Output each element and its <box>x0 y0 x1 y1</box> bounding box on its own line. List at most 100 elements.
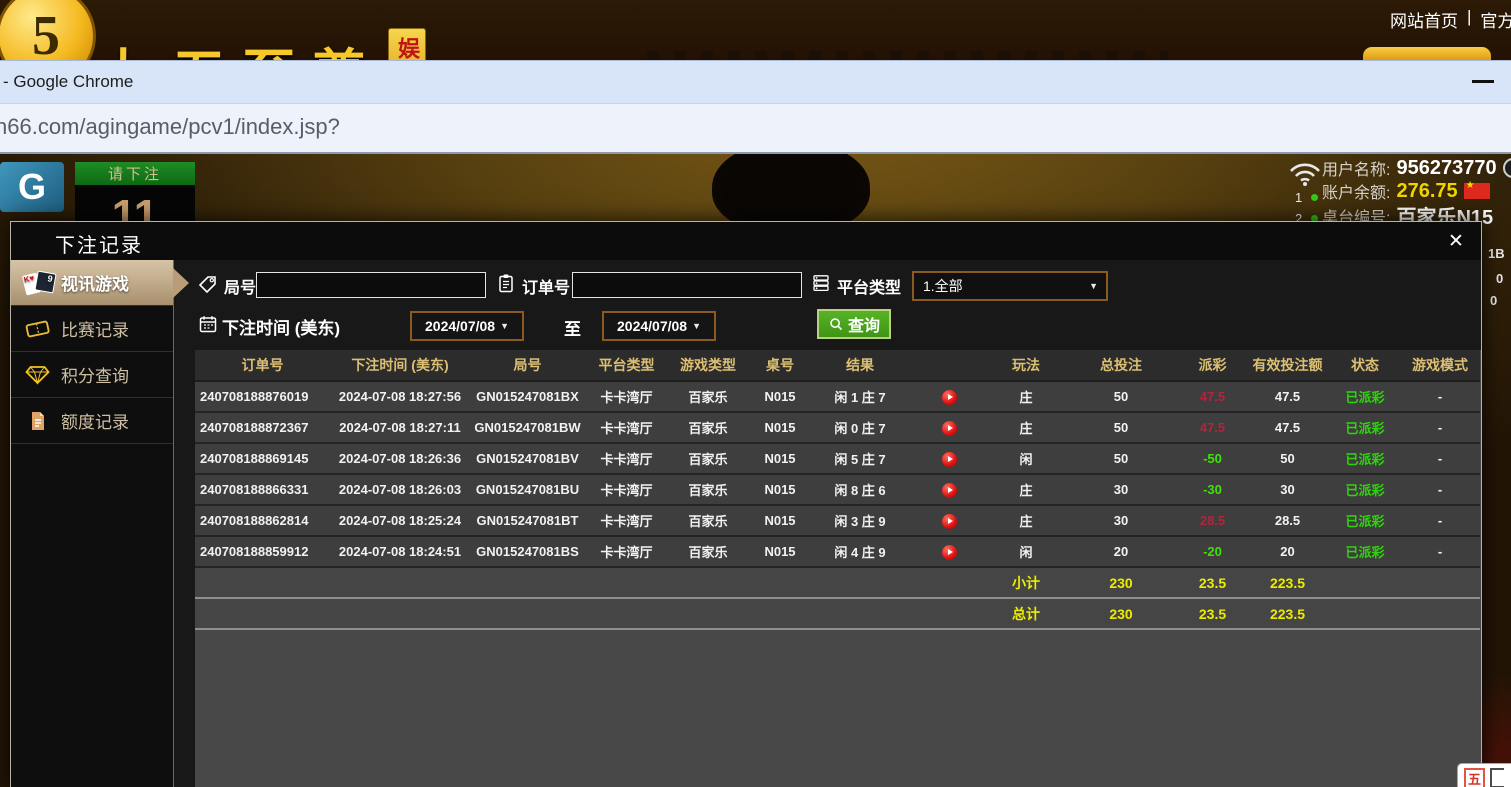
to-label: 至 <box>564 315 581 340</box>
row-play: 庄 <box>990 412 1062 443</box>
replay-button[interactable] <box>942 390 957 405</box>
records-table: 订单号 下注时间 (美东) 局号 平台类型 游戏类型 桌号 结果 玩法 <box>195 350 1480 630</box>
row-time: 2024-07-08 18:27:11 <box>330 412 470 443</box>
sidebar-item-quota-records[interactable]: 额度记录 <box>11 398 173 444</box>
minimize-button[interactable] <box>1472 80 1494 83</box>
tag-icon <box>198 274 218 294</box>
ticket-icon <box>24 318 51 339</box>
ime-indicator[interactable]: 五 <box>1457 763 1511 787</box>
replay-button[interactable] <box>942 483 957 498</box>
platform-type-select[interactable]: 1.全部 ▼ <box>912 271 1108 301</box>
row-table: N015 <box>748 381 812 412</box>
balance-label: 账户余额: <box>1322 179 1390 203</box>
close-icon[interactable]: ✕ <box>1444 229 1468 253</box>
sidebar-item-video-games[interactable]: K♥ 9 视讯游戏 <box>11 260 173 306</box>
row-time: 2024-07-08 18:26:03 <box>330 474 470 505</box>
row-mode: - <box>1400 505 1480 536</box>
grand-total-row: 总计 230 23.5 223.5 <box>195 598 1480 629</box>
document-icon <box>24 410 51 432</box>
platform-icon <box>811 273 831 293</box>
grand-total-total: 230 <box>1062 598 1180 629</box>
row-time: 2024-07-08 18:25:24 <box>330 505 470 536</box>
col-header-status: 状态 <box>1330 350 1400 381</box>
subtotal-row: 小计 230 23.5 223.5 <box>195 567 1480 598</box>
records-table-head-row: 订单号 下注时间 (美东) 局号 平台类型 游戏类型 桌号 结果 玩法 <box>195 350 1480 381</box>
user-name-value: 956273770 <box>1396 157 1496 180</box>
row-total: 20 <box>1062 536 1180 567</box>
search-button[interactable]: 查询 <box>817 309 891 339</box>
row-result: 闲 8 庄 6 <box>812 474 908 505</box>
row-play: 庄 <box>990 474 1062 505</box>
nav-separator: | <box>1467 7 1471 32</box>
green-dot-1 <box>1311 194 1318 201</box>
filters-panel: 局号 订单号 <box>174 260 1481 350</box>
date-to-picker[interactable]: 2024/07/08 ▼ <box>602 311 716 341</box>
round-number-input[interactable] <box>256 272 486 298</box>
nav-home-link[interactable]: 网站首页 <box>1390 7 1458 32</box>
chrome-urlbar[interactable]: n66.com/agingame/pcv1/index.jsp? <box>0 103 1511 154</box>
row-round: GN015247081BU <box>470 474 585 505</box>
replay-button[interactable] <box>942 452 957 467</box>
row-result: 闲 1 庄 7 <box>812 381 908 412</box>
row-valid: 50 <box>1245 443 1330 474</box>
totals-body: 小计 230 23.5 223.5 总计 <box>195 567 1480 629</box>
dialog-body: K♥ 9 视讯游戏 <box>11 260 1481 787</box>
row-result: 闲 3 庄 9 <box>812 505 908 536</box>
row-payout: 47.5 <box>1180 412 1245 443</box>
row-play: 闲 <box>990 536 1062 567</box>
col-header-table: 桌号 <box>748 350 812 381</box>
user-name-row: 用户名称: 956273770 i <box>1322 156 1511 180</box>
row-platform: 卡卡湾厅 <box>585 536 668 567</box>
table-row: 2407081888628142024-07-08 18:25:24GN0152… <box>195 505 1480 536</box>
replay-button[interactable] <box>942 545 957 560</box>
row-payout: 47.5 <box>1180 381 1245 412</box>
replay-button[interactable] <box>942 421 957 436</box>
col-header-play: 玩法 <box>990 350 1062 381</box>
table-row: 2407081888663312024-07-08 18:26:03GN0152… <box>195 474 1480 505</box>
dialog-sidebar: K♥ 9 视讯游戏 <box>11 260 174 787</box>
info-icon[interactable]: i <box>1503 158 1511 178</box>
replay-cell <box>908 381 990 412</box>
edge-remnant-3: 0 <box>1490 293 1497 308</box>
row-order: 240708188872367 <box>195 412 330 443</box>
row-time: 2024-07-08 18:26:36 <box>330 443 470 474</box>
url-text[interactable]: n66.com/agingame/pcv1/index.jsp? <box>0 114 340 140</box>
replay-cell <box>908 412 990 443</box>
brand-title: 九五至尊 <box>102 30 382 60</box>
screen: 5 九五至尊 娱乐 网站首页 | 官方 - Google Chrome n66.… <box>0 0 1511 787</box>
col-header-valid-bet: 有效投注额 <box>1245 350 1330 381</box>
row-mode: - <box>1400 443 1480 474</box>
row-payout: 28.5 <box>1180 505 1245 536</box>
sidebar-item-points-query[interactable]: 积分查询 <box>11 352 173 398</box>
order-number-input[interactable] <box>572 272 802 298</box>
row-table: N015 <box>748 505 812 536</box>
col-header-replay <box>908 350 990 381</box>
row-order: 240708188859912 <box>195 536 330 567</box>
col-header-game-mode: 游戏模式 <box>1400 350 1480 381</box>
row-status: 已派彩 <box>1330 505 1400 536</box>
row-valid: 30 <box>1245 474 1330 505</box>
row-mode: - <box>1400 474 1480 505</box>
row-platform: 卡卡湾厅 <box>585 474 668 505</box>
row-order: 240708188866331 <box>195 474 330 505</box>
chevron-down-icon: ▼ <box>500 321 509 331</box>
row-play: 庄 <box>990 505 1062 536</box>
ime-mode-label[interactable]: 五 <box>1464 768 1485 787</box>
table-row: 2407081888760192024-07-08 18:27:56GN0152… <box>195 381 1480 412</box>
sidebar-item-match-records[interactable]: 比赛记录 <box>11 306 173 352</box>
col-header-result: 结果 <box>812 350 908 381</box>
row-total: 50 <box>1062 412 1180 443</box>
row-table: N015 <box>748 536 812 567</box>
nav-official-link[interactable]: 官方 <box>1480 7 1511 32</box>
row-status: 已派彩 <box>1330 381 1400 412</box>
dialog-titlebar: 下注记录 ✕ <box>11 222 1481 260</box>
order-number-label: 订单号 <box>522 274 570 298</box>
date-from-picker[interactable]: 2024/07/08 ▼ <box>410 311 524 341</box>
row-payout: -30 <box>1180 474 1245 505</box>
edge-remnant-2: 0 <box>1496 271 1503 286</box>
replay-button[interactable] <box>942 514 957 529</box>
clipboard-icon <box>496 273 516 293</box>
replay-cell <box>908 443 990 474</box>
sidebar-item-label: 视讯游戏 <box>61 270 129 295</box>
header-gold-button-partial[interactable] <box>1363 47 1491 60</box>
